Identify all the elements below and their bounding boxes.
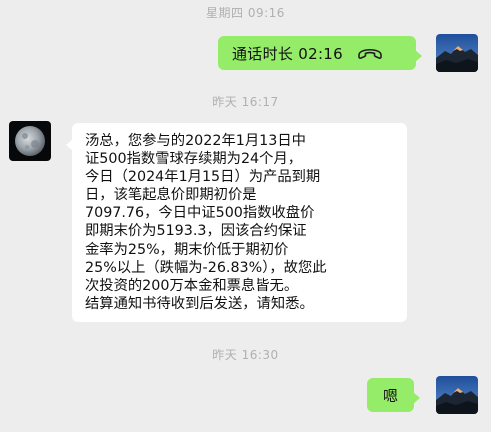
timestamp: 星期四 09:16 bbox=[206, 6, 285, 20]
message-line: 今日（2024年1月15日）为产品到期 bbox=[85, 169, 321, 186]
message-line: 次投资的200万本金和票息皆无。 bbox=[85, 277, 299, 294]
message-line: 25%以上（跌幅为-26.83%），故您此 bbox=[85, 259, 327, 276]
message-line: 结算通知书待收到后发送，请知悉。 bbox=[85, 295, 314, 312]
message-line: 汤总，您参与的2022年1月13日中 bbox=[85, 133, 306, 149]
call-record-bubble[interactable]: 通话时长 02:16 bbox=[218, 36, 422, 70]
call-duration-label: 通话时长 02:16 bbox=[232, 44, 343, 63]
reply-message-bubble[interactable]: 嗯 bbox=[367, 378, 420, 412]
message-line: 7097.76，今日中证500指数收盘价 bbox=[85, 205, 315, 222]
chat-window: 星期四 09:16 通话时长 02:16 昨天 16:17 汤总，您参与的202… bbox=[0, 0, 491, 432]
timestamp: 昨天 16:30 bbox=[212, 348, 279, 362]
phone-hangup-icon bbox=[357, 46, 383, 60]
incoming-message-bubble[interactable]: 汤总，您参与的2022年1月13日中 证500指数雪球存续期为24个月， 今日（… bbox=[66, 123, 407, 322]
contact-avatar[interactable] bbox=[9, 121, 51, 161]
message-line: 金率为25%，期末价低于期初价 bbox=[85, 241, 289, 258]
message-line: 证500指数雪球存续期为24个月， bbox=[85, 151, 303, 168]
timestamp: 昨天 16:17 bbox=[212, 95, 279, 109]
message-line: 即期末价为5193.3，因该合约保证 bbox=[85, 223, 307, 240]
self-avatar[interactable] bbox=[436, 376, 478, 414]
message-line: 日，该笔起息价即期初价是 bbox=[85, 187, 257, 204]
reply-text: 嗯 bbox=[382, 386, 398, 405]
self-avatar[interactable] bbox=[436, 34, 478, 72]
